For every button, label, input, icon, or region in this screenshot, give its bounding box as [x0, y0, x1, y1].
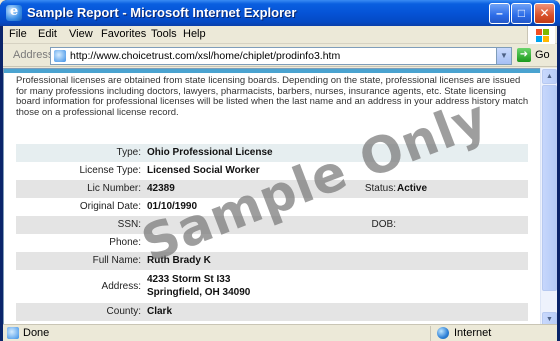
lic-number-value: 42389 [147, 183, 175, 194]
security-zone: Internet [430, 326, 540, 341]
page-icon [54, 50, 66, 62]
status-text: Done [23, 327, 50, 339]
minimize-button[interactable]: – [489, 3, 510, 24]
close-button[interactable]: ✕ [534, 3, 555, 24]
vertical-scroll-thumb[interactable] [542, 85, 557, 291]
windows-logo-icon [527, 26, 555, 44]
row-county: County: Clark [16, 303, 528, 321]
address-line-1: 4233 Storm St I33 [147, 274, 231, 285]
menu-file[interactable]: File [9, 28, 27, 40]
browser-window: Sample Report - Microsoft Internet Explo… [0, 0, 560, 341]
phone-label: Phone: [109, 237, 141, 248]
row-address: Address: 4233 Storm St I33 Springfield, … [16, 270, 528, 303]
title-bar[interactable]: Sample Report - Microsoft Internet Explo… [0, 0, 560, 26]
address-label: Address [13, 49, 54, 61]
menu-favorites[interactable]: Favorites [101, 28, 146, 40]
full-name-label: Full Name: [92, 255, 141, 266]
dob-label: DOB: [371, 219, 396, 230]
menu-edit[interactable]: Edit [38, 28, 57, 40]
type-label: Type: [116, 147, 141, 158]
page-status-icon [7, 327, 19, 339]
row-full-name: Full Name: Ruth Brady K [16, 252, 528, 270]
status-value: Active [397, 183, 428, 194]
scroll-up-arrow-icon[interactable]: ▲ [542, 69, 557, 84]
menu-bar: File Edit View Favorites Tools Help [3, 26, 557, 44]
vertical-scrollbar[interactable]: ▲ ▼ [540, 68, 557, 328]
address-line-2: Springfield, OH 34090 [147, 287, 251, 298]
internet-explorer-icon [6, 4, 22, 21]
go-label: Go [535, 49, 550, 61]
menu-tools[interactable]: Tools [151, 28, 177, 40]
menu-tools-label: Tools [151, 28, 177, 40]
lic-number-label: Lic Number: [87, 183, 141, 194]
type-value: Ohio Professional License [147, 147, 273, 158]
maximize-button[interactable]: □ [511, 3, 532, 24]
menu-help[interactable]: Help [183, 28, 206, 40]
menu-edit-label: Edit [38, 28, 57, 40]
county-label: County: [106, 306, 141, 317]
license-type-label: License Type: [79, 165, 141, 176]
license-type-value: Licensed Social Worker [147, 165, 260, 176]
globe-icon [437, 327, 449, 339]
address-label-field: Address: [101, 281, 141, 292]
original-date-label: Original Date: [79, 201, 141, 212]
address-input[interactable]: http://www.choicetrust.com/xsl/home/chip… [50, 47, 512, 65]
status-bar: Done Internet [3, 324, 557, 341]
window-title: Sample Report - Microsoft Internet Explo… [27, 5, 297, 20]
menu-view-label: View [69, 28, 93, 40]
page-content: Professional licenses are obtained from … [3, 68, 540, 328]
menu-favorites-label: Favorites [101, 28, 147, 40]
address-bar: Address http://www.choicetrust.com/xsl/h… [3, 45, 557, 67]
go-button[interactable]: ➜ Go [516, 47, 554, 65]
address-dropdown-icon[interactable]: ▼ [496, 48, 511, 64]
menu-help-label: Help [183, 28, 206, 40]
go-arrow-icon: ➜ [517, 48, 531, 62]
address-url[interactable]: http://www.choicetrust.com/xsl/home/chip… [70, 50, 340, 62]
zone-label: Internet [454, 327, 492, 339]
row-phone: Phone: [16, 234, 528, 252]
window-body: File Edit View Favorites Tools Help Addr… [3, 26, 557, 341]
menu-view[interactable]: View [69, 28, 93, 40]
menu-file-label: File [9, 28, 27, 40]
county-value: Clark [147, 306, 173, 317]
top-accent-strip [4, 69, 540, 73]
